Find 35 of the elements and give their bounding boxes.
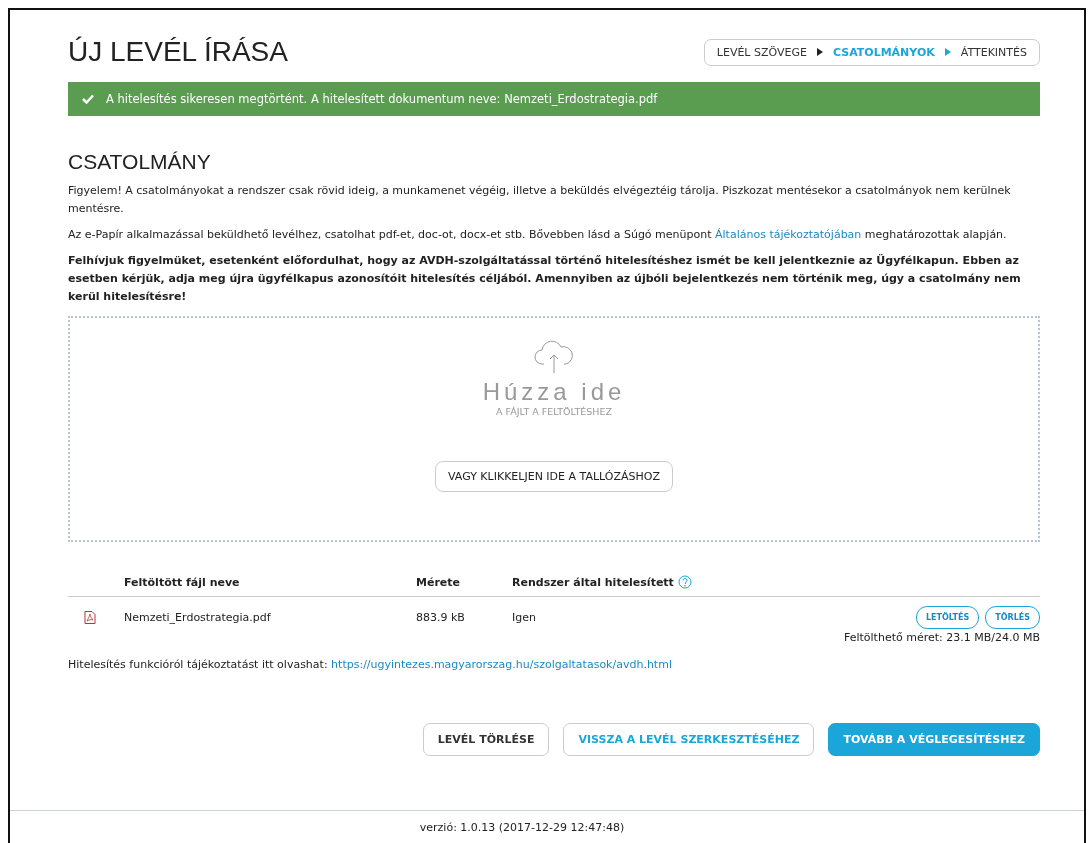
- version-text: verzió: 1.0.13 (2017-12-29 12:47:48): [419, 820, 625, 834]
- drop-subtitle: A FÁJLT A FELTÖLTÉSHEZ: [496, 406, 612, 417]
- section-title: CSATOLMÁNY: [68, 150, 212, 174]
- page-title: ÚJ LEVÉL ÍRÁSA: [68, 36, 288, 68]
- info-text: Az e-Papír alkalmazással beküldhető levélhez, csatolhat pdf-et, doc-ot, docx-et stb. Bővebben lásd a Súgó menüpont Általános tájékoztatójában meghatározottak alapján.: [68, 227, 1008, 243]
- browse-button[interactable]: VAGY KLIKKELJEN IDE A TALLÓZÁSHOZ: [435, 461, 673, 492]
- cloud-upload-icon: [534, 340, 574, 374]
- step-label: LEVÉL SZÖVEGE: [716, 45, 807, 59]
- warning-text: Felhívjuk figyelmüket, esetenként előfordulhat, hogy az AVDH-szolgáltatással történő hitelesítéshez ismét be kell jelentkeznie az Ügyfélkapun. Ebben az esetben kérjük, adja meg újra ügyfélkapus azonosítóit hitelesítés céljából. Amennyiben az újbóli bejelentkezés nem történik meg, úgy a csatolmány nem kerül hitelesítésre!: [68, 253, 1022, 305]
- download-button[interactable]: LETÖLTÉS: [915, 605, 980, 629]
- help-icon[interactable]: [677, 575, 692, 589]
- check-icon: [82, 94, 94, 104]
- delete-button[interactable]: TÖRLÉS: [985, 605, 1040, 629]
- caret-icon: [944, 48, 951, 56]
- verified-value: Igen: [512, 610, 536, 624]
- file-name: Nemzeti_Erdostrategia.pdf: [124, 610, 272, 624]
- drop-title: Húzza ide: [482, 378, 626, 406]
- step-label: CSATOLMÁNYOK: [832, 45, 935, 59]
- column-header: Mérete: [416, 575, 461, 589]
- file-size: 883.9 kB: [416, 610, 466, 624]
- drop-zone[interactable]: Húzza ide A FÁJLT A FELTÖLTÉSHEZ VAGY KLIKKELJEN IDE A TALLÓZÁSHOZ: [68, 316, 1040, 542]
- avdh-info-text: Hitelesítés funkcióról tájékoztatást itt olvashat: https://ugyintezes.magyarorszag.hu/szolgaltatasok/avdh.html: [68, 658, 673, 671]
- alert-text: A hitelesítés sikeresen megtörtént. A hitelesített dokumentum neve: Nemzeti_Erdostrategia.pdf: [106, 92, 658, 106]
- column-header: Rendszer által hitelesített: [512, 575, 674, 589]
- back-button[interactable]: VISSZA A LEVÉL SZERKESZTÉSÉHEZ: [563, 723, 815, 756]
- continue-button[interactable]: TOVÁBB A VÉGLEGESÍTÉSHEZ: [828, 723, 1040, 756]
- pdf-file-icon: [84, 610, 96, 624]
- delete-letter-button[interactable]: LEVÉL TÖRLÉSE: [422, 723, 550, 756]
- notice-text: Figyelem! A csatolmányokat a rendszer csak rövid ideig, a munkamenet végéig, illetve a beküldés elvégeztéig tárolja. Piszkozat mentésekor a csatolmányok nem kerülnek mentésre.: [68, 183, 1012, 217]
- help-link[interactable]: Általános tájékoztatójában: [715, 228, 862, 241]
- step-label: ÁTTEKINTÉS: [960, 45, 1027, 59]
- caret-icon: [816, 48, 823, 56]
- quota-text: Feltölthető méret: 23.1 MB/24.0 MB: [843, 631, 1040, 644]
- column-header: Feltöltött fájl neve: [124, 575, 241, 589]
- avdh-link[interactable]: https://ugyintezes.magyarorszag.hu/szolgaltatasok/avdh.html: [331, 658, 672, 671]
